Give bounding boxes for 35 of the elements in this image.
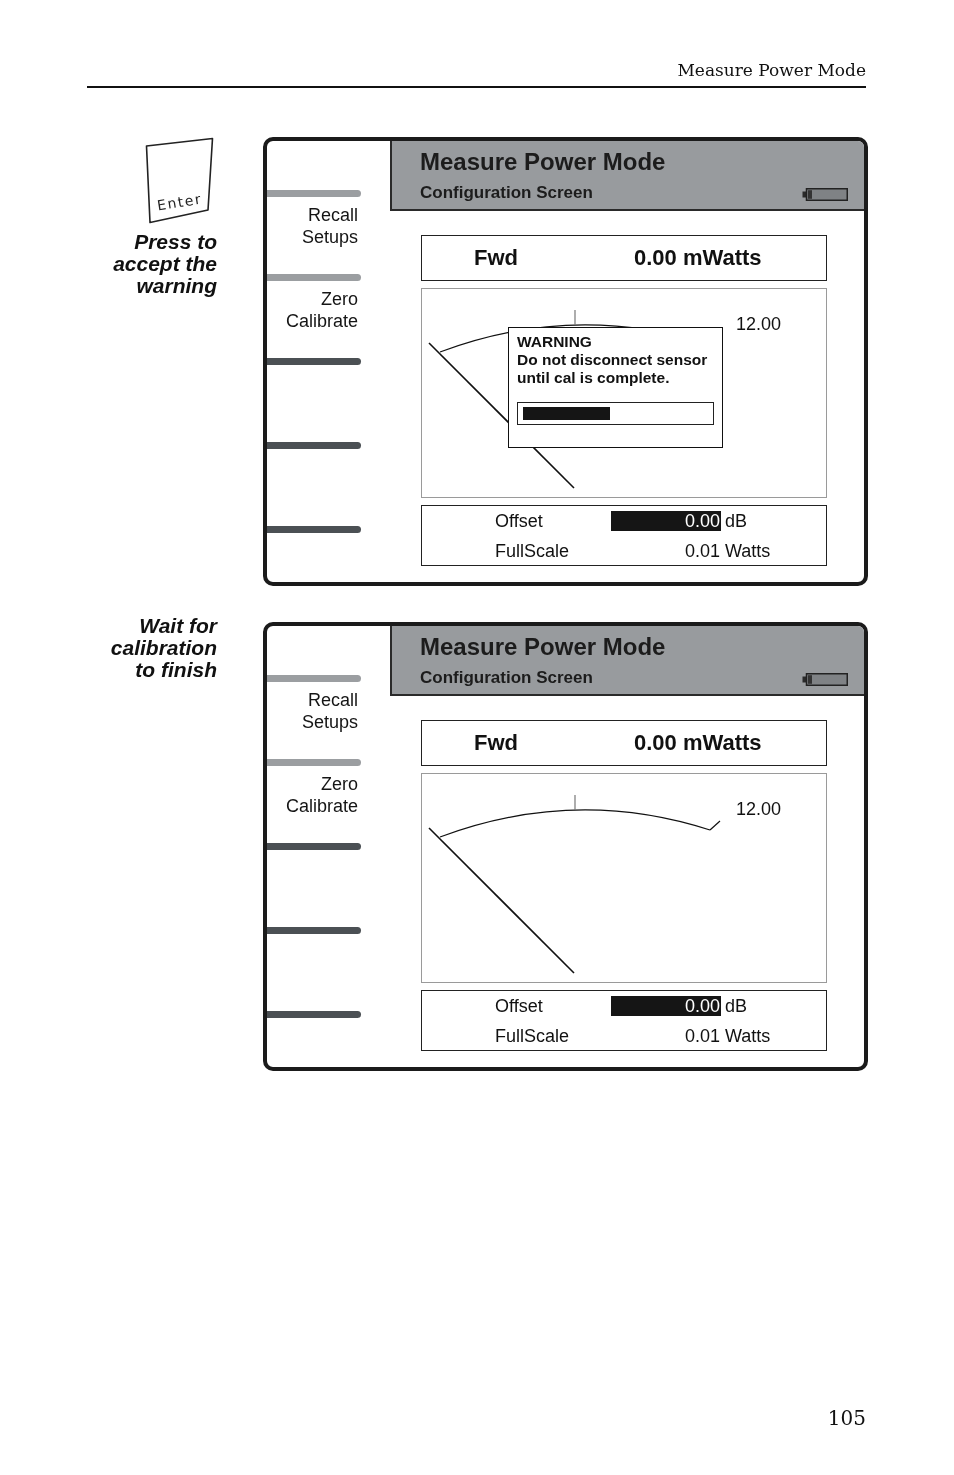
setting-name: Offset xyxy=(495,511,543,531)
setting-name: Offset xyxy=(495,996,543,1016)
setting-name: FullScale xyxy=(495,541,570,561)
setting-name: FullScale xyxy=(495,1026,570,1046)
screen-title: Measure Power Mode xyxy=(420,148,666,176)
setting-value[interactable]: 0.00 xyxy=(611,511,721,531)
setting-value[interactable]: 0.00 xyxy=(611,996,721,1016)
setting-unit: Watts xyxy=(725,541,771,561)
page-number: 105 xyxy=(827,1405,866,1431)
screen-title: Measure Power Mode xyxy=(420,633,666,661)
screen-subtitle: Configuration Screen xyxy=(420,668,593,688)
softkey-label[interactable]: Recall Setups xyxy=(301,689,358,733)
scale-max-label: 12.00 xyxy=(735,313,781,335)
softkey-label[interactable]: Recall Setups xyxy=(301,204,358,248)
setting-unit: dB xyxy=(725,511,748,531)
enter-key: Enter xyxy=(145,137,214,224)
screen-subtitle: Configuration Screen xyxy=(420,183,593,203)
dialog-message: Do not disconnect sensor until cal is complete. xyxy=(517,351,708,387)
setting-value[interactable]: 0.01 xyxy=(611,541,721,561)
reading-name: Fwd xyxy=(474,245,518,271)
step-caption: Press to accept the warning xyxy=(113,231,217,297)
softkey-label[interactable]: Zero Calibrate xyxy=(285,288,358,332)
scale-max-label: 12.00 xyxy=(735,798,781,820)
dialog-title: WARNING xyxy=(517,333,592,351)
reading-value: 0.00 mWatts xyxy=(634,730,762,756)
battery-icon xyxy=(802,672,848,686)
reading-value: 0.00 mWatts xyxy=(634,245,762,271)
setting-unit: Watts xyxy=(725,1026,771,1046)
step-caption: Wait for calibration to finish xyxy=(110,615,217,681)
page-header-title: Measure Power Mode xyxy=(677,59,866,82)
softkey-label[interactable]: Zero Calibrate xyxy=(285,773,358,817)
reading-name: Fwd xyxy=(474,730,518,756)
battery-icon xyxy=(802,187,848,201)
setting-value[interactable]: 0.01 xyxy=(611,1026,721,1046)
setting-unit: dB xyxy=(725,996,748,1016)
